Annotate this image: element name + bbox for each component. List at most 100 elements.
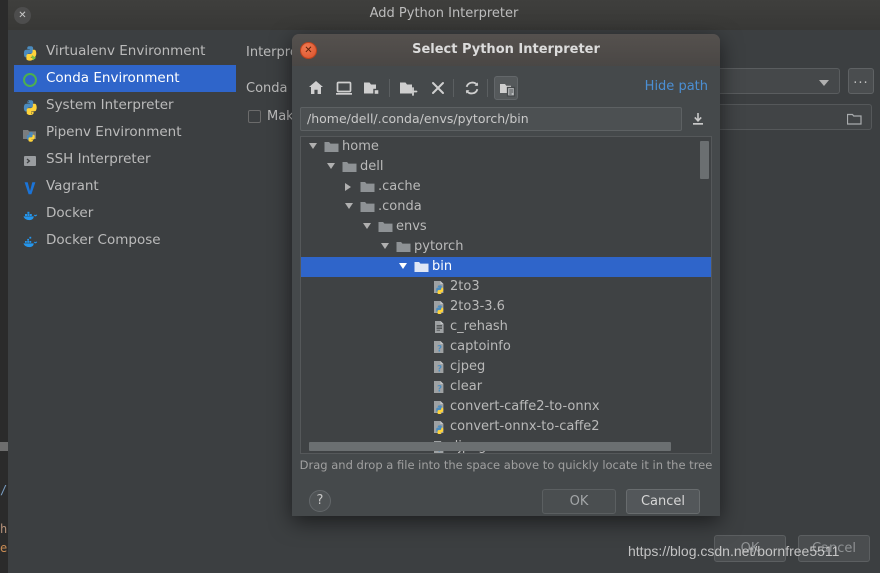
file-tree[interactable]: home dell .cache .conda envs pytorch bin 2to3 2t…	[300, 136, 712, 454]
python-file-icon	[432, 300, 447, 315]
sidebar-item-system-interpreter[interactable]: System Interpreter	[14, 92, 236, 119]
home-icon[interactable]	[304, 76, 328, 100]
tree-node-label: 2to3-3.6	[450, 299, 505, 314]
tree-node-dell[interactable]: dell	[301, 157, 711, 177]
interpreter-type-list: Virtualenv Environment Conda Environment	[14, 38, 236, 538]
chevron-down-icon[interactable]	[399, 263, 407, 269]
sidebar-item-label: Virtualenv Environment	[46, 43, 206, 59]
folder-icon	[360, 200, 375, 214]
pipenv-folder-icon	[22, 125, 38, 142]
tree-node-bin[interactable]: bin	[301, 257, 711, 277]
tree-node-captoinfo[interactable]: ? captoinfo	[301, 337, 711, 357]
sidebar-item-label: Conda Environment	[46, 70, 180, 86]
tree-node-label: captoinfo	[450, 339, 511, 354]
new-folder-icon[interactable]	[396, 76, 420, 100]
docker-compose-icon	[22, 233, 38, 249]
tree-node-label: convert-onnx-to-caffe2	[450, 419, 600, 434]
folder-icon	[396, 240, 411, 254]
toolbar-separator	[453, 79, 454, 97]
tree-node-label: c_rehash	[450, 319, 508, 334]
hide-path-link[interactable]: Hide path	[645, 79, 708, 94]
tree-node-cjpeg[interactable]: ? cjpeg	[301, 357, 711, 377]
folder-icon	[360, 180, 375, 194]
tree-node-label: 2to3	[450, 279, 480, 294]
folder-icon	[378, 220, 393, 234]
sidebar-item-docker[interactable]: Docker	[14, 200, 236, 227]
tree-node-convert-onnx-to-caffe2[interactable]: convert-onnx-to-caffe2	[301, 417, 711, 437]
tree-vertical-scrollbar[interactable]	[700, 139, 709, 453]
browse-interpreter-button[interactable]: ...	[848, 68, 874, 94]
tree-node-label: .conda	[378, 199, 422, 214]
svg-text:?: ?	[437, 385, 442, 394]
python-file-icon	[432, 420, 447, 435]
sidebar-item-vagrant[interactable]: Vagrant	[14, 173, 236, 200]
modal-title: Select Python Interpreter	[412, 42, 600, 57]
editor-code-fragment-1: /	[0, 483, 8, 497]
sidebar-item-conda-environment[interactable]: Conda Environment	[14, 65, 236, 92]
tree-node-label: bin	[432, 259, 453, 274]
chevron-down-icon	[819, 80, 829, 86]
tree-node-2to3[interactable]: 2to3	[301, 277, 711, 297]
tree-vertical-scrollbar-thumb[interactable]	[700, 141, 709, 179]
chevron-right-icon[interactable]	[345, 183, 351, 191]
tree-node--cache[interactable]: .cache	[301, 177, 711, 197]
sidebar-item-pipenv-environment[interactable]: Pipenv Environment	[14, 119, 236, 146]
terminal-icon	[22, 152, 38, 168]
show-hidden-files-icon[interactable]	[494, 76, 518, 100]
tree-node-home[interactable]: home	[301, 137, 711, 157]
tree-horizontal-scrollbar-thumb[interactable]	[309, 442, 671, 451]
folder-icon	[414, 260, 429, 274]
tree-node-convert-caffe2-to-onnx[interactable]: convert-caffe2-to-onnx	[301, 397, 711, 417]
toolbar-separator	[389, 79, 390, 97]
refresh-icon[interactable]	[460, 76, 484, 100]
sidebar-item-label: Pipenv Environment	[46, 124, 182, 140]
tree-node-clear[interactable]: ? clear	[301, 377, 711, 397]
python-icon	[22, 98, 38, 115]
tree-horizontal-scrollbar[interactable]	[303, 442, 709, 451]
delete-icon[interactable]	[426, 76, 450, 100]
sidebar-item-label: SSH Interpreter	[46, 151, 151, 167]
help-button[interactable]: ?	[309, 490, 331, 512]
ok-button[interactable]: OK	[542, 489, 616, 514]
tree-node-label: convert-caffe2-to-onnx	[450, 399, 600, 414]
file-tree-rows: home dell .cache .conda envs pytorch bin 2to3 2t…	[301, 137, 711, 453]
sidebar-item-label: Docker	[46, 205, 94, 221]
cancel-button[interactable]: Cancel	[626, 489, 700, 514]
chevron-down-icon[interactable]	[381, 243, 389, 249]
chevron-down-icon[interactable]	[345, 203, 353, 209]
sidebar-item-docker-compose[interactable]: Docker Compose	[14, 227, 236, 254]
sidebar-item-label: Vagrant	[46, 178, 99, 194]
download-icon[interactable]	[690, 111, 706, 127]
chevron-down-icon[interactable]	[327, 163, 335, 169]
chevron-down-icon[interactable]	[309, 143, 317, 149]
sidebar-item-virtualenv-environment[interactable]: Virtualenv Environment	[14, 38, 236, 65]
watermark: https://blog.csdn.net/bornfree5511	[628, 543, 840, 559]
project-folder-icon[interactable]	[360, 76, 384, 100]
python-file-icon	[432, 400, 447, 415]
chevron-down-icon[interactable]	[363, 223, 371, 229]
unknown-file-icon: ?	[432, 360, 447, 375]
svg-text:?: ?	[437, 365, 442, 374]
make-available-checkbox[interactable]	[248, 110, 261, 123]
tree-node-envs[interactable]: envs	[301, 217, 711, 237]
path-input[interactable]: /home/dell/.conda/envs/pytorch/bin	[300, 107, 682, 131]
drag-drop-hint: Drag and drop a file into the space abov…	[299, 458, 713, 472]
tree-node-c-rehash[interactable]: c_rehash	[301, 317, 711, 337]
sidebar-item-label: Docker Compose	[46, 232, 161, 248]
outer-titlebar: ✕ Add Python Interpreter	[8, 0, 880, 30]
sidebar-item-ssh-interpreter[interactable]: SSH Interpreter	[14, 146, 236, 173]
tree-node-2to3-3-6[interactable]: 2to3-3.6	[301, 297, 711, 317]
tree-node--conda[interactable]: .conda	[301, 197, 711, 217]
interpreter-field-label: Interpre	[246, 45, 298, 60]
folder-icon	[324, 140, 339, 154]
desktop-icon[interactable]	[332, 76, 356, 100]
tree-node-label: pytorch	[414, 239, 464, 254]
select-python-interpreter-dialog: ✕ Select Python Interpreter Hide path /h…	[292, 34, 720, 516]
folder-icon	[342, 160, 357, 174]
make-available-label: Mak	[267, 109, 294, 124]
toolbar-separator	[487, 79, 488, 97]
folder-browse-icon[interactable]	[846, 111, 862, 125]
tree-node-label: home	[342, 139, 379, 154]
python-file-icon	[432, 280, 447, 295]
tree-node-pytorch[interactable]: pytorch	[301, 237, 711, 257]
